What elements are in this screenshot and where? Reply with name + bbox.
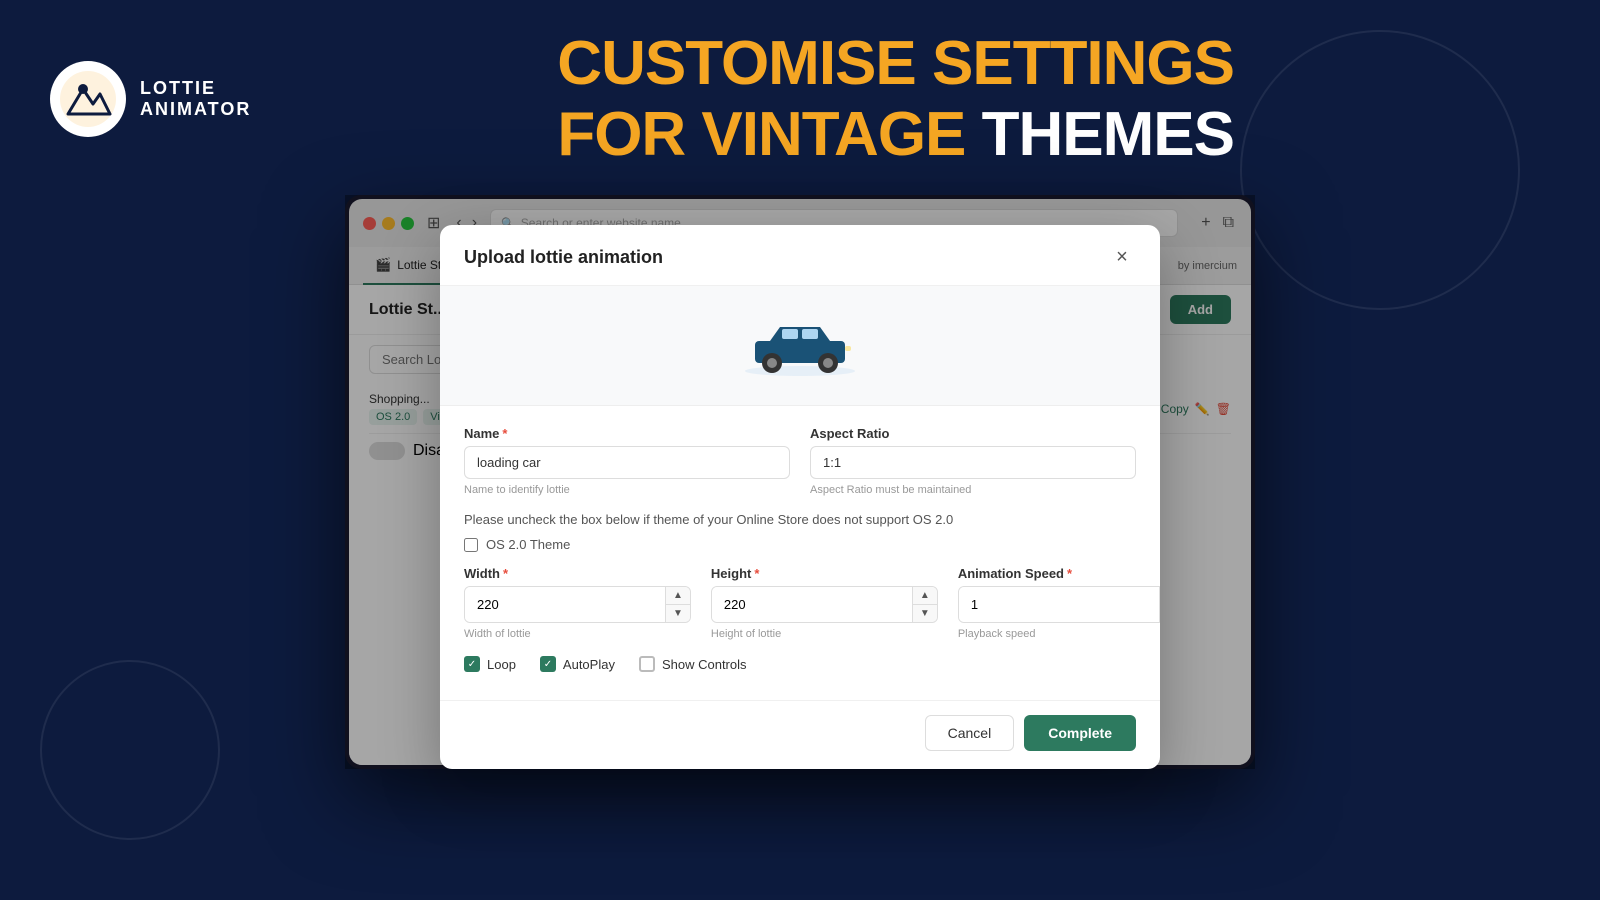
show-controls-unchecked-box	[639, 656, 655, 672]
complete-button[interactable]: Complete	[1024, 715, 1136, 751]
logo-circle	[50, 61, 126, 137]
aspect-ratio-label: Aspect Ratio	[810, 426, 1136, 441]
os-notice: Please uncheck the box below if theme of…	[464, 512, 1136, 527]
width-increment[interactable]: ▲	[666, 587, 690, 605]
modal-close-button[interactable]: ×	[1108, 247, 1136, 271]
width-spinner-buttons: ▲ ▼	[665, 587, 690, 622]
speed-input[interactable]	[959, 587, 1159, 622]
width-label: Width *	[464, 566, 691, 581]
os-theme-label: OS 2.0 Theme	[486, 537, 570, 552]
height-input[interactable]	[712, 587, 912, 622]
aspect-ratio-hint: Aspect Ratio must be maintained	[810, 484, 1136, 496]
aspect-ratio-input[interactable]	[810, 446, 1136, 479]
checkboxes-row: ✓ Loop ✓ AutoPlay Show Controls	[464, 656, 1136, 672]
logo-title: LOTTIEANIMATOR	[140, 78, 251, 121]
width-hint: Width of lottie	[464, 628, 691, 640]
form-group-width: Width * ▲ ▼ Width	[464, 566, 691, 640]
width-required: *	[503, 566, 508, 581]
height-hint: Height of lottie	[711, 628, 938, 640]
logo-text: LOTTIEANIMATOR	[140, 78, 251, 121]
loop-checkbox-item[interactable]: ✓ Loop	[464, 656, 516, 672]
speed-label: Animation Speed *	[958, 566, 1160, 581]
speed-spinner-buttons: ▲ ▼	[1159, 587, 1160, 622]
height-spinner: ▲ ▼	[711, 586, 938, 623]
speed-spinner: ▲ ▼	[958, 586, 1160, 623]
bg-decoration-circle-1	[1240, 30, 1520, 310]
animation-preview-area	[440, 286, 1160, 406]
height-required: *	[754, 566, 759, 581]
name-input[interactable]	[464, 446, 790, 479]
headline-settings: SETTINGS	[932, 29, 1234, 98]
upload-modal: Upload lottie animation ×	[440, 247, 1160, 765]
modal-footer: Cancel Complete	[440, 700, 1160, 765]
speed-hint: Playback speed	[958, 628, 1160, 640]
height-label: Height *	[711, 566, 938, 581]
form-group-speed: Animation Speed * ▲ ▼	[958, 566, 1160, 640]
height-spinner-buttons: ▲ ▼	[912, 587, 937, 622]
bg-decoration-circle-2	[40, 660, 220, 840]
os-theme-checkbox[interactable]	[464, 538, 478, 552]
loop-checked-box: ✓	[464, 656, 480, 672]
form-group-height: Height * ▲ ▼ Heigh	[711, 566, 938, 640]
height-decrement[interactable]: ▼	[913, 605, 937, 622]
browser-outer: ⊞ ‹ › 🔍 Search or enter website name + ⧉…	[345, 195, 1255, 769]
headline-for-vintage: FOR VINTAGE	[557, 100, 965, 169]
width-decrement[interactable]: ▼	[666, 605, 690, 622]
autoplay-label: AutoPlay	[563, 657, 615, 672]
headline-customise: CUSTOMISE	[557, 29, 932, 98]
height-increment[interactable]: ▲	[913, 587, 937, 605]
show-controls-label: Show Controls	[662, 657, 747, 672]
form-group-aspect: Aspect Ratio Aspect Ratio must be mainta…	[810, 426, 1136, 496]
logo-wrap: LOTTIEANIMATOR	[50, 61, 251, 137]
form-group-name: Name * Name to identify lottie	[464, 426, 790, 496]
browser-body: 🎬 Lottie Store Animator by imercium Lott…	[349, 247, 1251, 765]
name-label: Name *	[464, 426, 790, 441]
autoplay-checked-box: ✓	[540, 656, 556, 672]
name-required: *	[502, 426, 507, 441]
autoplay-checkbox-item[interactable]: ✓ AutoPlay	[540, 656, 615, 672]
form-row-name-aspect: Name * Name to identify lottie Aspect Ra…	[464, 426, 1136, 496]
loop-label: Loop	[487, 657, 516, 672]
modal-body: Name * Name to identify lottie Aspect Ra…	[440, 406, 1160, 700]
os-theme-checkbox-row: OS 2.0 Theme	[464, 537, 1136, 552]
modal-header: Upload lottie animation ×	[440, 247, 1160, 286]
width-spinner: ▲ ▼	[464, 586, 691, 623]
name-hint: Name to identify lottie	[464, 484, 790, 496]
headline-themes: THEMES	[965, 100, 1234, 169]
modal-overlay: Upload lottie animation ×	[349, 247, 1251, 765]
cancel-button[interactable]: Cancel	[925, 715, 1015, 751]
width-input[interactable]	[465, 587, 665, 622]
speed-required: *	[1067, 566, 1072, 581]
show-controls-checkbox-item[interactable]: Show Controls	[639, 656, 747, 672]
modal-title: Upload lottie animation	[464, 247, 663, 268]
car-animation	[740, 306, 860, 386]
browser-window: ⊞ ‹ › 🔍 Search or enter website name + ⧉…	[345, 195, 1255, 769]
form-row-dimensions: Width * ▲ ▼ Width	[464, 566, 1136, 640]
